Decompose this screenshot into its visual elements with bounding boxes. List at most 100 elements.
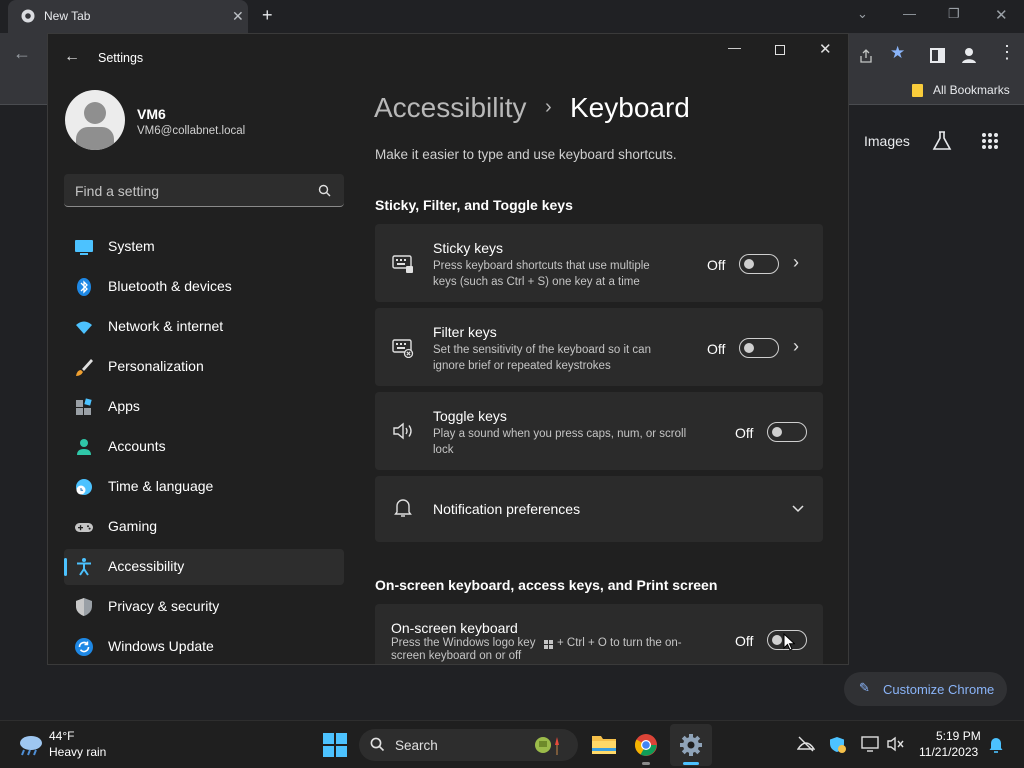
apps-grid-icon[interactable] [981, 132, 999, 150]
apps-icon [76, 398, 92, 415]
chrome-restore-icon[interactable]: ❐ [948, 6, 960, 22]
chrome-close-icon[interactable]: ✕ [995, 6, 1008, 24]
sidebar-item-label: Personalization [108, 358, 204, 374]
customize-chrome-label: Customize Chrome [883, 682, 995, 697]
sidebar-item-label: Windows Update [108, 638, 214, 654]
clock-time[interactable]: 5:19 PM [936, 729, 981, 743]
bell-icon [394, 499, 412, 517]
search-icon[interactable] [318, 184, 331, 197]
wifi-icon [76, 321, 92, 334]
sticky-keys-state: Off [707, 257, 726, 273]
chevron-right-icon[interactable]: › [793, 252, 799, 273]
chrome-taskbar-icon[interactable] [624, 724, 668, 766]
back-icon[interactable]: ← [13, 43, 31, 64]
close-icon[interactable]: ✕ [819, 40, 832, 58]
selection-indicator [64, 558, 67, 576]
clock-date[interactable]: 11/21/2023 [919, 745, 978, 759]
person-icon [77, 439, 91, 455]
page-title: Keyboard [570, 92, 690, 123]
accessibility-icon [77, 558, 91, 576]
new-tab-button[interactable]: + [262, 5, 273, 26]
on-screen-keyboard-card[interactable]: On-screen keyboard Press the Windows log… [375, 604, 823, 664]
breadcrumb-separator: › [545, 96, 552, 118]
on-screen-keyboard-title: On-screen keyboard [391, 620, 518, 636]
sidebar-item-apps[interactable]: Apps [64, 389, 344, 425]
gamepad-icon [75, 523, 93, 532]
display-icon[interactable] [861, 736, 879, 752]
sidebar-item-system[interactable]: System [64, 229, 344, 265]
sidebar-item-label: Bluetooth & devices [108, 278, 232, 294]
on-screen-keyboard-desc-c: screen keyboard on or off [391, 650, 522, 662]
sticky-keys-card[interactable]: Sticky keys Press keyboard shortcuts tha… [375, 224, 823, 302]
sidebar-item-bluetooth[interactable]: Bluetooth & devices [64, 269, 344, 305]
labs-flask-icon[interactable] [931, 130, 953, 152]
search-placeholder: Find a setting [75, 183, 160, 199]
sidebar-item-gaming[interactable]: Gaming [64, 509, 344, 545]
sidebar-item-network[interactable]: Network & internet [64, 309, 344, 345]
toggle-keys-desc-line2: lock [433, 444, 454, 456]
bookmark-star-icon[interactable]: ★ [890, 43, 905, 63]
customize-chrome-button[interactable]: ✎ Customize Chrome [844, 672, 1007, 706]
gear-icon [680, 734, 702, 756]
filter-keys-desc-line1: Set the sensitivity of the keyboard so i… [433, 344, 651, 356]
filter-keys-toggle[interactable] [739, 338, 779, 358]
chrome-menu-icon[interactable]: ⋮ [998, 42, 1016, 63]
sidebar-item-label: Accounts [108, 438, 166, 454]
search-input[interactable]: Find a setting [64, 174, 344, 207]
minimize-icon[interactable]: — [728, 40, 741, 55]
filter-keys-card[interactable]: Filter keys Set the sensitivity of the k… [375, 308, 823, 386]
breadcrumb-parent[interactable]: Accessibility [374, 92, 526, 124]
avatar[interactable] [65, 90, 125, 150]
on-screen-keyboard-state: Off [735, 633, 754, 649]
maximize-icon[interactable] [775, 45, 785, 55]
side-panel-icon[interactable] [930, 48, 945, 63]
windows-logo-icon [544, 640, 553, 649]
tab-new-tab[interactable]: New Tab ✕ [8, 0, 248, 33]
folder-icon [912, 84, 923, 97]
sidebar-item-label: Network & internet [108, 318, 224, 334]
weather-rain-icon[interactable] [17, 733, 45, 757]
share-icon[interactable] [858, 48, 874, 64]
sidebar-item-windows-update[interactable]: Windows Update [64, 629, 344, 664]
defender-shield-icon[interactable] [829, 736, 847, 754]
weather-desc[interactable]: Heavy rain [49, 745, 106, 759]
profile-icon[interactable] [960, 46, 978, 64]
chevron-right-icon[interactable]: › [793, 336, 799, 357]
toggle-keys-toggle[interactable] [767, 422, 807, 442]
notification-bell-icon[interactable] [988, 736, 1004, 754]
back-arrow-icon[interactable]: ← [64, 48, 80, 66]
chrome-minimize-icon[interactable]: — [903, 6, 916, 21]
tab-search-icon[interactable]: ⌄ [857, 6, 868, 22]
section-heading-on-screen-keyboard: On-screen keyboard, access keys, and Pri… [375, 577, 718, 593]
chevron-down-icon[interactable] [792, 504, 804, 514]
weather-temp[interactable]: 44°F [49, 729, 74, 743]
tab-strip: New Tab ✕ + ⌄ — ❐ ✕ [0, 0, 1024, 33]
sidebar-item-accounts[interactable]: Accounts [64, 429, 344, 465]
settings-taskbar-icon[interactable] [670, 724, 712, 766]
settings-app-title: Settings [98, 51, 144, 65]
search-highlight-icon [535, 737, 559, 755]
update-icon [75, 638, 93, 656]
tab-close-icon[interactable]: ✕ [232, 8, 244, 25]
taskbar: 44°F Heavy rain Search 5:19 PM 11/21/202… [0, 720, 1024, 768]
notification-preferences-card[interactable]: Notification preferences [375, 476, 823, 542]
images-link[interactable]: Images [864, 133, 910, 149]
start-windows-icon[interactable] [323, 733, 347, 757]
sticky-keys-toggle[interactable] [739, 254, 779, 274]
sidebar-item-privacy[interactable]: Privacy & security [64, 589, 344, 625]
filter-keys-state: Off [707, 341, 726, 357]
file-explorer-icon[interactable] [591, 732, 617, 756]
network-disconnected-icon[interactable] [797, 736, 815, 752]
keyboard-icon [392, 255, 413, 273]
search-icon [370, 737, 385, 752]
sidebar-item-personalization[interactable]: Personalization [64, 349, 344, 385]
section-heading-sticky-filter-toggle: Sticky, Filter, and Toggle keys [375, 197, 573, 213]
all-bookmarks-link[interactable]: All Bookmarks [933, 83, 1010, 97]
toggle-keys-card[interactable]: Toggle keys Play a sound when you press … [375, 392, 823, 470]
user-email: VM6@collabnet.local [137, 125, 246, 137]
sidebar-item-time-language[interactable]: Time & language [64, 469, 344, 505]
globe-clock-icon [76, 479, 92, 495]
sidebar-item-accessibility[interactable]: Accessibility [64, 549, 344, 585]
taskbar-search[interactable]: Search [359, 729, 578, 761]
volume-muted-icon[interactable] [887, 736, 905, 752]
